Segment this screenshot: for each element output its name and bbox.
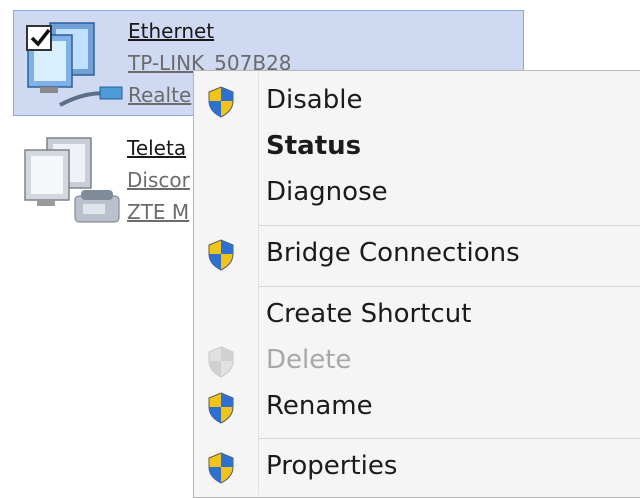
menu-separator (258, 286, 640, 287)
menu-item-status[interactable]: Status (194, 125, 640, 171)
connection-details: Teleta Discor ZTE M (127, 132, 190, 228)
menu-item-disable[interactable]: Disable (194, 79, 640, 125)
menu-item-diagnose[interactable]: Diagnose (194, 171, 640, 217)
menu-item-label: Properties (266, 451, 398, 481)
uac-shield-icon (206, 238, 242, 274)
ethernet-adapter-icon (20, 17, 132, 113)
uac-shield-icon (206, 345, 242, 381)
menu-item-label: Create Shortcut (266, 299, 472, 329)
connection-network: Discor (127, 168, 190, 192)
menu-item-label: Rename (266, 391, 373, 421)
connection-adapter: ZTE M (127, 200, 190, 224)
menu-separator (258, 438, 640, 439)
connection-name[interactable]: Teleta (127, 132, 190, 164)
connection-name[interactable]: Ethernet (128, 15, 292, 47)
menu-item-label: Diagnose (266, 177, 388, 207)
context-menu: Disable Status Diagnose Bridge Connectio… (193, 70, 640, 498)
uac-shield-icon (206, 391, 242, 427)
connection-teleta[interactable]: Teleta Discor ZTE M (13, 128, 193, 238)
menu-separator (258, 225, 640, 226)
menu-item-label: Status (266, 131, 362, 161)
menu-item-label: Delete (266, 345, 352, 375)
menu-item-bridge-connections[interactable]: Bridge Connections (194, 232, 640, 278)
connection-checkbox[interactable] (26, 25, 52, 51)
menu-item-label: Disable (266, 85, 363, 115)
menu-item-rename[interactable]: Rename (194, 385, 640, 431)
uac-shield-icon (206, 451, 242, 487)
menu-item-properties[interactable]: Properties (194, 445, 640, 491)
menu-item-create-shortcut[interactable]: Create Shortcut (194, 293, 640, 339)
uac-shield-icon (206, 85, 242, 121)
dialup-modem-icon (19, 134, 131, 230)
menu-item-delete: Delete (194, 339, 640, 385)
menu-item-label: Bridge Connections (266, 238, 520, 268)
